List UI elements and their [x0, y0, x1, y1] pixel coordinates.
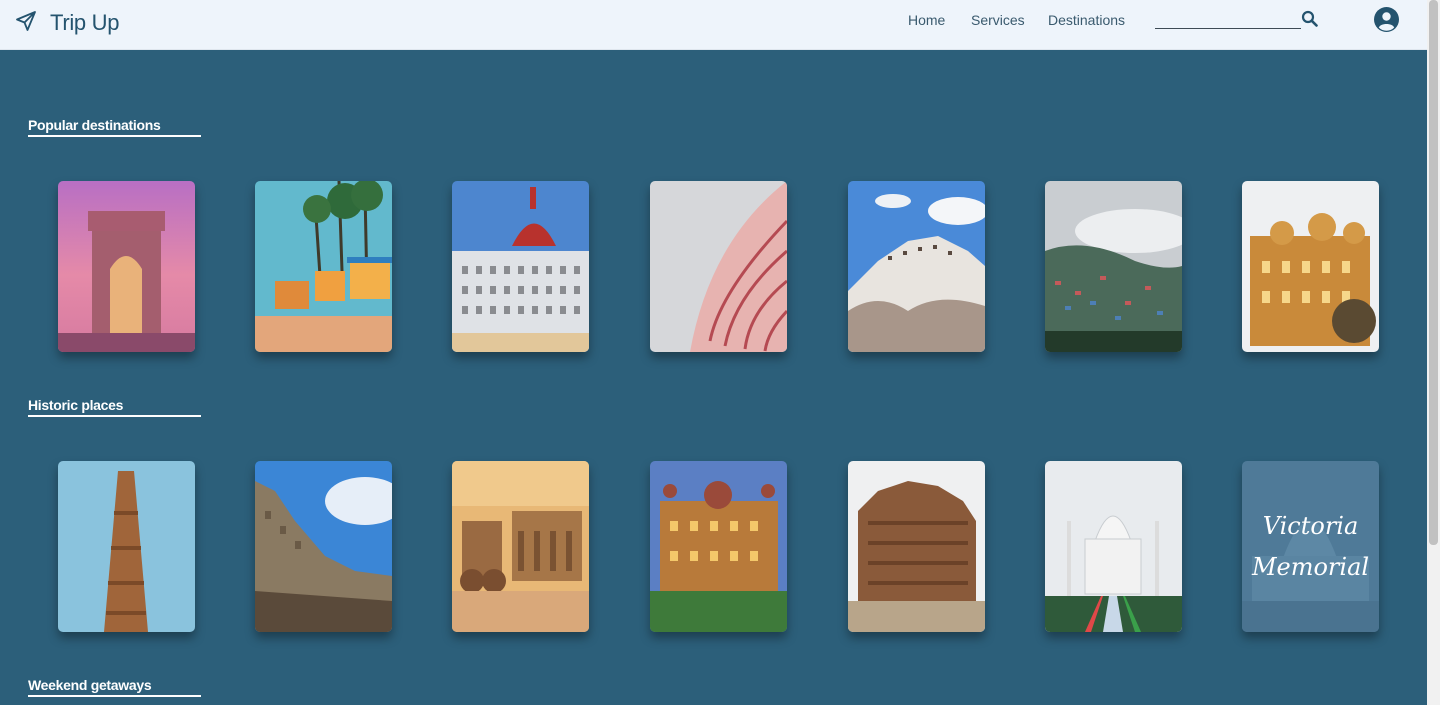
account-icon[interactable]: [1374, 7, 1399, 32]
ancient-temple-image: [848, 461, 985, 632]
destination-card-taj-hotel-mumbai[interactable]: [452, 181, 589, 352]
hampi-stone-chariot-image: [452, 461, 589, 632]
hawa-mahal-image: [650, 181, 787, 352]
india-gate-image: [58, 181, 195, 352]
destination-card-hill-town[interactable]: [1045, 181, 1182, 352]
palace-udaipur-image: [1242, 181, 1379, 352]
gwalior-fort-image: [255, 461, 392, 632]
search-icon[interactable]: [1301, 10, 1318, 27]
destination-card-india-gate[interactable]: [58, 181, 195, 352]
search-input[interactable]: [1156, 9, 1300, 27]
scrollbar-thumb[interactable]: [1429, 0, 1438, 545]
navbar: Trip Up Home Services Destinations: [0, 0, 1427, 50]
taj-mahal-image: [1045, 461, 1182, 632]
destination-card-thiksey-monastery[interactable]: [848, 181, 985, 352]
hill-town-image: [1045, 181, 1182, 352]
nav-home[interactable]: Home: [908, 12, 945, 28]
overlay-line-1: Victoria: [1262, 511, 1359, 540]
destination-card-palace-udaipur[interactable]: [1242, 181, 1379, 352]
paper-plane-icon[interactable]: [14, 9, 38, 33]
destination-card-ancient-temple[interactable]: [848, 461, 985, 632]
search-underline: [1155, 28, 1301, 29]
brand-name[interactable]: Trip Up: [50, 10, 120, 36]
goa-beach-huts-image: [255, 181, 392, 352]
qutub-minar-image: [58, 461, 195, 632]
section-title-popular: Popular destinations: [28, 117, 201, 137]
destination-card-taj-mahal[interactable]: [1045, 461, 1182, 632]
nav-services[interactable]: Services: [971, 12, 1025, 28]
destination-card-victoria-memorial[interactable]: Victoria Memorial: [1242, 461, 1379, 632]
section-title-weekend: Weekend getaways: [28, 677, 201, 697]
thiksey-monastery-image: [848, 181, 985, 352]
destination-card-hawa-mahal[interactable]: [650, 181, 787, 352]
destination-card-goa-beach-huts[interactable]: [255, 181, 392, 352]
victoria-memorial-overlay: Victoria Memorial: [1242, 461, 1379, 632]
nav-destinations[interactable]: Destinations: [1048, 12, 1125, 28]
section-title-historic: Historic places: [28, 397, 201, 417]
taj-hotel-mumbai-image: [452, 181, 589, 352]
destination-card-hampi-stone-chariot[interactable]: [452, 461, 589, 632]
destination-card-mysore-palace[interactable]: [650, 461, 787, 632]
destination-card-qutub-minar[interactable]: [58, 461, 195, 632]
vertical-scrollbar[interactable]: [1427, 0, 1440, 705]
overlay-line-2: Memorial: [1251, 552, 1370, 581]
mysore-palace-image: [650, 461, 787, 632]
destination-card-gwalior-fort[interactable]: [255, 461, 392, 632]
